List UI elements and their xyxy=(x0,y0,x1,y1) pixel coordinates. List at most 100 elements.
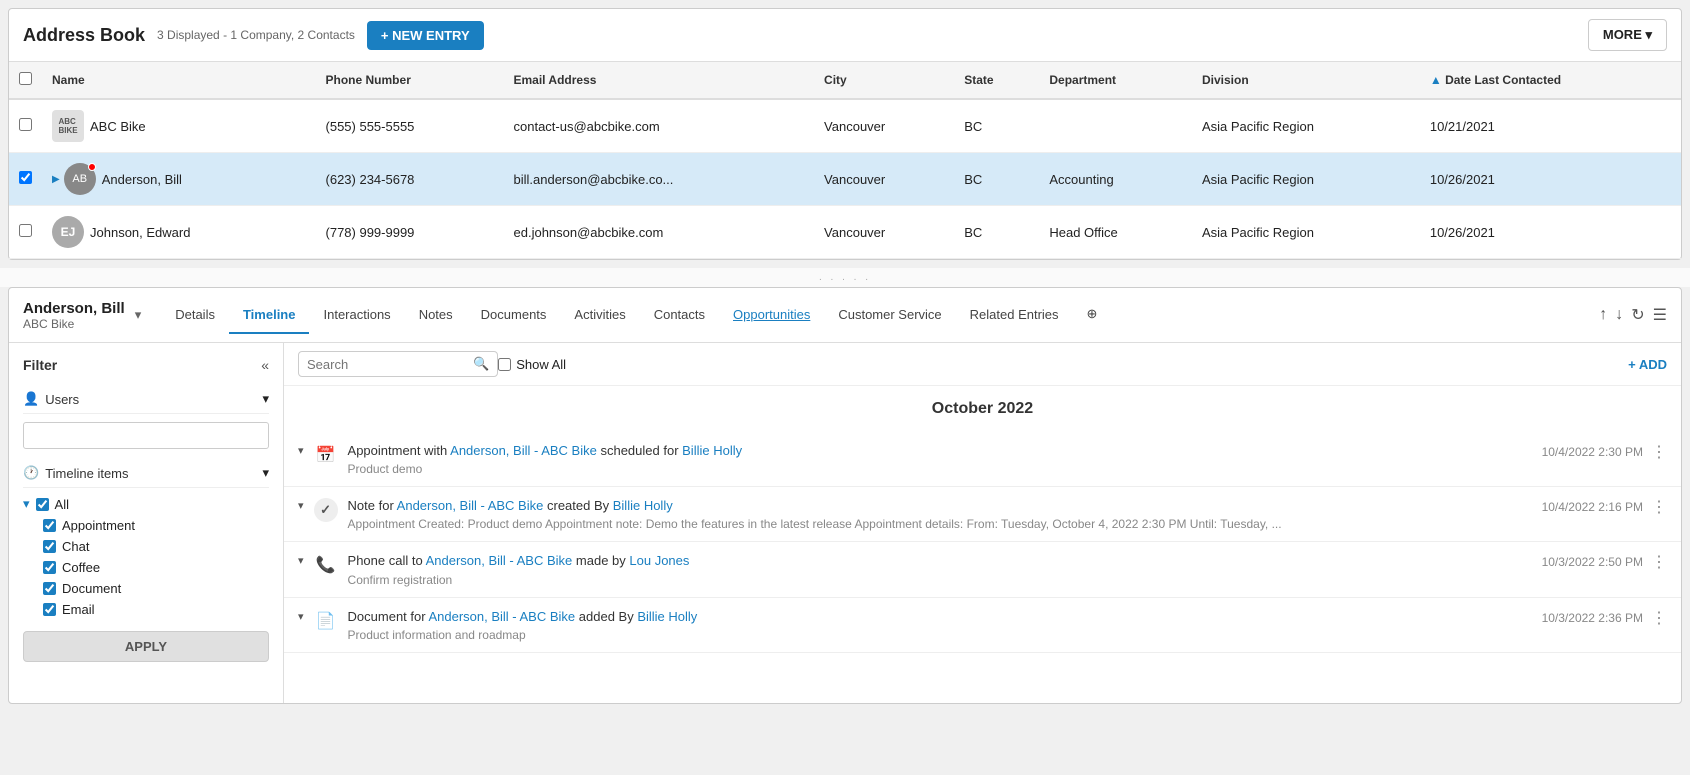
users-filter-header[interactable]: 👤 Users ▾ xyxy=(23,385,269,414)
show-all-checkbox[interactable] xyxy=(498,358,511,371)
move-up-icon[interactable]: ↑ xyxy=(1599,306,1607,324)
tab-notes[interactable]: Notes xyxy=(405,297,467,334)
contact-chevron-icon[interactable]: ▾ xyxy=(135,307,142,323)
timeline-link-1b[interactable]: Billie Holly xyxy=(682,443,742,458)
timeline-item-2-subtitle: Appointment Created: Product demo Appoin… xyxy=(348,517,1532,531)
timeline-item-4-right: 10/3/2022 2:36 PM ⋮ xyxy=(1542,608,1667,628)
chat-checkbox[interactable] xyxy=(43,540,56,553)
more-button[interactable]: MORE ▾ xyxy=(1588,19,1667,51)
table-row: ABCBIKE ABC Bike (555) 555-5555 contact-… xyxy=(9,99,1681,153)
add-timeline-button[interactable]: + ADD xyxy=(1628,357,1667,372)
columns-icon[interactable]: ☰ xyxy=(1653,305,1667,325)
timeline-item-3-body: Phone call to Anderson, Bill - ABC Bike … xyxy=(348,552,1532,586)
ab-subtitle: 3 Displayed - 1 Company, 2 Contacts xyxy=(157,28,355,42)
appointment-checkbox[interactable] xyxy=(43,519,56,532)
timeline-link-4b[interactable]: Billie Holly xyxy=(637,609,697,624)
tab-timeline[interactable]: Timeline xyxy=(229,297,310,334)
move-down-icon[interactable]: ↓ xyxy=(1615,306,1623,324)
expand-icon-3[interactable]: ▾ xyxy=(298,554,304,567)
tab-details[interactable]: Details xyxy=(161,297,229,334)
th-name[interactable]: Name xyxy=(42,62,316,99)
table-header-row: Name Phone Number Email Address City Sta… xyxy=(9,62,1681,99)
users-filter-input[interactable] xyxy=(23,422,269,449)
expand-icon-2[interactable]: ▾ xyxy=(298,499,304,512)
expand-icon-1[interactable]: ▾ xyxy=(298,444,304,457)
select-all-checkbox[interactable] xyxy=(19,72,32,85)
tab-documents[interactable]: Documents xyxy=(467,297,561,334)
row-email: ed.johnson@abcbike.com xyxy=(504,206,815,259)
th-state[interactable]: State xyxy=(954,62,1039,99)
checkbox-all[interactable]: ▾ All xyxy=(23,496,269,512)
resize-handle[interactable]: . . . . . xyxy=(0,268,1690,287)
tab-activities[interactable]: Activities xyxy=(560,297,639,334)
users-chevron-icon[interactable]: ▾ xyxy=(262,391,269,407)
tab-opportunities[interactable]: Opportunities xyxy=(719,297,824,334)
th-email[interactable]: Email Address xyxy=(504,62,815,99)
expand-icon-4[interactable]: ▾ xyxy=(298,610,304,623)
panel-body: Filter « 👤 Users ▾ 🕐 Timeline ite xyxy=(9,343,1681,703)
name-cell: ▶ AB Anderson, Bill xyxy=(52,163,306,195)
timeline-checkbox-list: ▾ All Appointment Chat Coffee xyxy=(23,496,269,617)
timeline-link-1a[interactable]: Anderson, Bill - ABC Bike xyxy=(450,443,597,458)
email-checkbox[interactable] xyxy=(43,603,56,616)
checkbox-appointment[interactable]: Appointment xyxy=(43,518,269,533)
timeline-link-2a[interactable]: Anderson, Bill - ABC Bike xyxy=(397,498,544,513)
timeline-item-4: ▾ 📄 Document for Anderson, Bill - ABC Bi… xyxy=(284,598,1681,653)
item-menu-icon-2[interactable]: ⋮ xyxy=(1651,497,1667,517)
checkbox-document[interactable]: Document xyxy=(43,581,269,596)
checkbox-chat[interactable]: Chat xyxy=(43,539,269,554)
checkbox-coffee[interactable]: Coffee xyxy=(43,560,269,575)
timeline-item-2: ▾ ✓ Note for Anderson, Bill - ABC Bike c… xyxy=(284,487,1681,542)
timeline-search-input[interactable] xyxy=(307,357,467,372)
timeline-link-4a[interactable]: Anderson, Bill - ABC Bike xyxy=(428,609,575,624)
row-checkbox[interactable] xyxy=(19,118,32,131)
row-city: Vancouver xyxy=(814,99,954,153)
tabs-bar: Details Timeline Interactions Notes Docu… xyxy=(151,296,1589,334)
document-checkbox[interactable] xyxy=(43,582,56,595)
tab-related-entries[interactable]: Related Entries xyxy=(956,297,1073,334)
tab-add[interactable]: ⊕ xyxy=(1073,296,1112,334)
row-name: Johnson, Edward xyxy=(90,225,190,240)
row-department: Head Office xyxy=(1039,206,1192,259)
tab-interactions[interactable]: Interactions xyxy=(309,297,404,334)
tab-contacts[interactable]: Contacts xyxy=(640,297,719,334)
row-city: Vancouver xyxy=(814,206,954,259)
row-division: Asia Pacific Region xyxy=(1192,153,1420,206)
timeline-item-1-date: 10/4/2022 2:30 PM xyxy=(1542,445,1643,459)
all-checkbox[interactable] xyxy=(36,498,49,511)
name-cell: ABCBIKE ABC Bike xyxy=(52,110,306,142)
th-division[interactable]: Division xyxy=(1192,62,1420,99)
new-entry-button[interactable]: + NEW ENTRY xyxy=(367,21,484,50)
row-email: bill.anderson@abcbike.co... xyxy=(504,153,815,206)
timeline-item-3-date: 10/3/2022 2:50 PM xyxy=(1542,555,1643,569)
apply-filter-button[interactable]: APPLY xyxy=(23,631,269,662)
item-menu-icon-4[interactable]: ⋮ xyxy=(1651,608,1667,628)
th-city[interactable]: City xyxy=(814,62,954,99)
row-phone: (623) 234-5678 xyxy=(316,153,504,206)
contact-header-info: Anderson, Bill ABC Bike xyxy=(23,300,125,331)
show-all-check[interactable]: Show All xyxy=(498,357,566,372)
refresh-icon[interactable]: ↻ xyxy=(1631,305,1644,325)
ab-header-left: Address Book 3 Displayed - 1 Company, 2 … xyxy=(23,21,484,50)
th-phone[interactable]: Phone Number xyxy=(316,62,504,99)
timeline-link-2b[interactable]: Billie Holly xyxy=(613,498,673,513)
timeline-link-3b[interactable]: Lou Jones xyxy=(629,553,689,568)
timeline-items-label: 🕐 Timeline items xyxy=(23,465,129,481)
th-date-last-contacted[interactable]: ▲ Date Last Contacted xyxy=(1420,62,1681,99)
collapse-filter-icon[interactable]: « xyxy=(261,357,269,373)
item-menu-icon-1[interactable]: ⋮ xyxy=(1651,442,1667,462)
row-city: Vancouver xyxy=(814,153,954,206)
checkbox-email[interactable]: Email xyxy=(43,602,269,617)
row-name: Anderson, Bill xyxy=(102,172,182,187)
timeline-chevron-icon[interactable]: ▾ xyxy=(262,465,269,481)
timeline-search-box[interactable]: 🔍 xyxy=(298,351,498,377)
company-avatar: ABCBIKE xyxy=(52,110,84,142)
coffee-checkbox[interactable] xyxy=(43,561,56,574)
tab-customer-service[interactable]: Customer Service xyxy=(824,297,955,334)
row-checkbox[interactable] xyxy=(19,224,32,237)
item-menu-icon-3[interactable]: ⋮ xyxy=(1651,552,1667,572)
timeline-link-3a[interactable]: Anderson, Bill - ABC Bike xyxy=(426,553,573,568)
row-checkbox[interactable] xyxy=(19,171,32,184)
th-department[interactable]: Department xyxy=(1039,62,1192,99)
timeline-items-filter-header[interactable]: 🕐 Timeline items ▾ xyxy=(23,459,269,488)
